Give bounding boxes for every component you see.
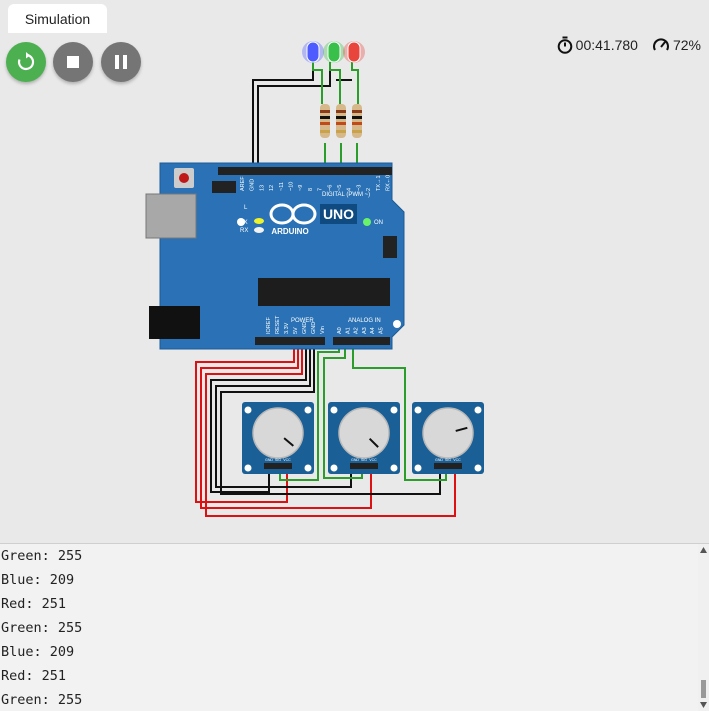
pin-label: 7 — [318, 188, 324, 191]
pin-label: IOREF — [266, 317, 272, 334]
pot-pin-label: GND — [351, 458, 359, 462]
pin-label: 2 — [366, 188, 372, 191]
pot-pin-label: SIG — [445, 458, 451, 462]
pot-pin-label: GND — [435, 458, 443, 462]
pin-label: GND — [302, 322, 308, 334]
pot-pin-label: SIG — [361, 458, 367, 462]
pin-label: Vin — [320, 326, 326, 334]
pin-label: 8 — [308, 188, 314, 191]
arduino-uno-board[interactable]: UNO ARDUINO ON L TX RX DIGITAL (PWM ~) P… — [145, 162, 405, 350]
pot-pin-label: GND — [265, 458, 273, 462]
pin-label: ~5 — [337, 185, 343, 191]
serial-monitor[interactable]: Green: 255 Blue: 209 Red: 251 Green: 255 Blu… — [0, 543, 709, 711]
on-label: ON — [374, 220, 383, 226]
resistor-group[interactable] — [320, 104, 362, 138]
pin-label: ~3 — [356, 185, 362, 191]
knob[interactable] — [338, 407, 390, 459]
pin-label: 13 — [259, 185, 265, 191]
blue-led[interactable] — [302, 41, 324, 63]
power-jack — [149, 306, 200, 339]
pin-label: ~6 — [327, 185, 333, 191]
resistor-1[interactable] — [320, 104, 330, 138]
microcontroller-chip — [258, 278, 390, 306]
pin-label: A4 — [370, 327, 376, 334]
tx-label: TX — [240, 220, 248, 226]
potentiometer-3[interactable]: GND SIG VCC — [412, 402, 484, 474]
serial-output: Green: 255 Blue: 209 Red: 251 Green: 255 Blu… — [0, 544, 709, 711]
serial-line: Green: 255 — [1, 620, 83, 636]
board-brand: ARDUINO — [271, 227, 308, 236]
pin-label: GND — [311, 322, 317, 334]
pin-label: RX←0 — [386, 175, 392, 191]
led-group[interactable] — [302, 41, 365, 63]
green-led[interactable] — [323, 41, 345, 63]
tx-led — [254, 218, 264, 224]
pin-label: ~11 — [279, 182, 285, 191]
serial-line: Red: 251 — [1, 596, 67, 612]
rx-label: RX — [240, 228, 248, 234]
red-led[interactable] — [343, 41, 365, 63]
pot-pin-label: SIG — [275, 458, 281, 462]
pin-label: 3.3V — [284, 322, 290, 334]
serial-line: Blue: 209 — [1, 572, 75, 588]
pin-label: A3 — [362, 327, 368, 334]
pin-label: A2 — [354, 327, 360, 334]
pin-label: A0 — [337, 327, 343, 334]
pin-label: AREF — [240, 176, 246, 191]
pot-pin-label: VCC — [283, 458, 291, 462]
knob[interactable] — [422, 407, 474, 459]
pin-label: 12 — [269, 185, 275, 191]
circuit-canvas[interactable]: UNO ARDUINO ON L TX RX DIGITAL (PWM ~) P… — [0, 0, 709, 543]
resistor-3[interactable] — [352, 104, 362, 138]
serial-line: Red: 251 — [1, 668, 67, 684]
knob[interactable] — [252, 407, 304, 459]
potentiometer-2[interactable]: GND SIG VCC — [328, 402, 400, 474]
pin-label: ~10 — [289, 182, 295, 191]
board-name: UNO — [323, 206, 354, 222]
serial-line: Green: 255 — [1, 692, 83, 708]
pin-label: 5V — [293, 327, 299, 334]
pot-pin-label: VCC — [369, 458, 377, 462]
pot-pin-label: VCC — [453, 458, 461, 462]
pin-label: ~9 — [298, 185, 304, 191]
pin-label: TX→1 — [376, 175, 382, 191]
pin-label: GND — [250, 179, 256, 191]
resistor-2[interactable] — [336, 104, 346, 138]
pin-label: A5 — [379, 327, 385, 334]
rx-led — [254, 227, 264, 233]
power-led — [363, 218, 371, 226]
serial-line: Green: 255 — [1, 548, 83, 564]
pin-label: A1 — [345, 327, 351, 334]
digital-label: DIGITAL (PWM ~) — [322, 192, 370, 198]
potentiometer-group[interactable]: GND SIG VCC GND SIG VCC GND SIG VCC — [242, 402, 484, 474]
pin-label: 4 — [347, 188, 353, 191]
analog-label: ANALOG IN — [348, 318, 381, 324]
pin-label: RESET — [275, 315, 281, 334]
potentiometer-1[interactable]: GND SIG VCC — [242, 402, 314, 474]
usb-connector — [145, 193, 197, 239]
serial-scrollbar[interactable] — [698, 544, 709, 711]
serial-line: Blue: 209 — [1, 644, 75, 660]
